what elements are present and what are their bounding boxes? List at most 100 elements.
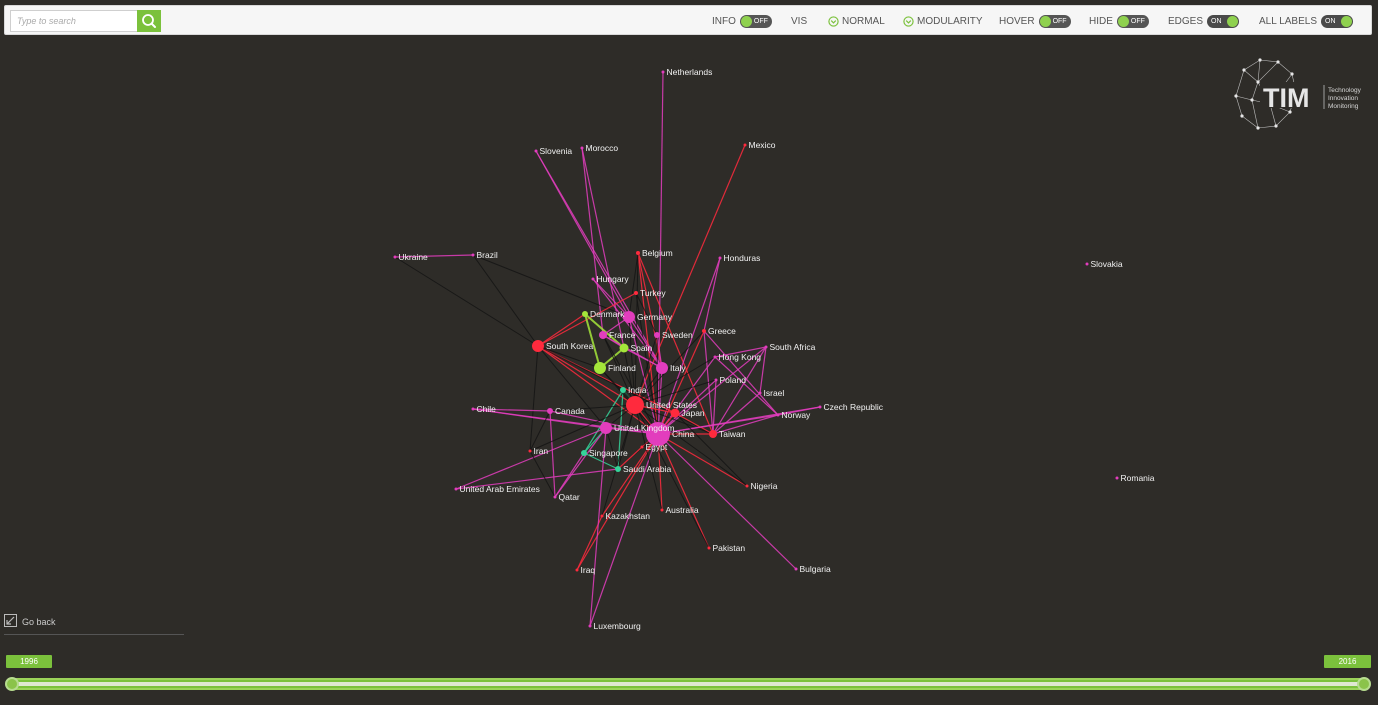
node-saudiarabia[interactable] — [615, 466, 621, 472]
search-input[interactable] — [10, 10, 138, 32]
search-button[interactable] — [137, 10, 161, 32]
shrink-icon[interactable] — [4, 614, 17, 627]
logo-line1: Technology — [1328, 87, 1362, 94]
node-label-iraq: Iraq — [581, 565, 596, 575]
node-southkorea[interactable] — [532, 340, 544, 352]
all-labels-toggle-state: ON — [1325, 17, 1336, 25]
node-label-australia: Australia — [666, 505, 699, 515]
node-label-finland: Finland — [608, 363, 636, 373]
node-sweden[interactable] — [654, 332, 660, 338]
edge-hongkong-norway — [714, 356, 779, 416]
timeline-start-handle[interactable] — [5, 677, 19, 691]
node-france[interactable] — [599, 331, 607, 339]
node-label-southkorea: South Korea — [546, 341, 594, 351]
node-iraq[interactable] — [575, 568, 579, 572]
node-canada[interactable] — [547, 408, 553, 414]
node-honduras[interactable] — [718, 256, 722, 260]
node-label-norway: Norway — [782, 410, 812, 420]
timeline-range — [12, 682, 1366, 686]
node-label-morocco: Morocco — [586, 143, 619, 153]
node-pakistan[interactable] — [707, 546, 711, 550]
node-slovakia[interactable] — [1085, 262, 1089, 266]
node-spain[interactable] — [619, 343, 629, 353]
node-singapore[interactable] — [581, 450, 587, 456]
network-globe-icon: TIM Technology Innovation Monitoring — [1234, 58, 1362, 130]
node-label-southafrica: South Africa — [770, 342, 816, 352]
vis-control: VIS — [791, 15, 807, 27]
node-unitedkingdom[interactable] — [600, 422, 612, 434]
search-icon — [142, 14, 156, 28]
hover-label: HOVER — [999, 15, 1035, 27]
normal-option[interactable]: NORMAL — [828, 15, 885, 27]
node-label-romania: Romania — [1121, 473, 1155, 483]
node-poland[interactable] — [714, 378, 718, 382]
node-luxembourg[interactable] — [588, 624, 592, 628]
node-label-israel: Israel — [764, 388, 785, 398]
go-back-link[interactable]: Go back — [22, 617, 56, 627]
node-brazil[interactable] — [471, 253, 475, 257]
node-label-belgium: Belgium — [642, 248, 673, 258]
node-czech[interactable] — [818, 405, 822, 409]
node-label-slovakia: Slovakia — [1091, 259, 1123, 269]
node-germany[interactable] — [623, 311, 635, 323]
edges-toggle[interactable]: ON — [1207, 14, 1240, 28]
node-morocco[interactable] — [580, 146, 584, 150]
node-label-hongkong: Hong Kong — [719, 352, 762, 362]
node-southafrica[interactable] — [764, 345, 768, 349]
node-denmark[interactable] — [582, 311, 588, 317]
node-label-qatar: Qatar — [559, 492, 580, 502]
edge-nigeria-japan — [674, 412, 748, 487]
node-finland[interactable] — [594, 362, 606, 374]
node-nigeria[interactable] — [745, 484, 749, 488]
node-egypt[interactable] — [640, 445, 644, 449]
node-label-india: India — [628, 385, 647, 395]
edges-control: EDGES ON — [1168, 14, 1240, 28]
node-belgium[interactable] — [636, 251, 640, 255]
node-unitedstates[interactable] — [626, 396, 644, 414]
node-label-uae: United Arab Emirates — [460, 484, 540, 494]
node-label-chile: Chile — [477, 404, 497, 414]
hover-toggle[interactable]: OFF — [1038, 14, 1071, 28]
info-toggle[interactable]: OFF — [739, 14, 772, 28]
node-label-bulgaria: Bulgaria — [800, 564, 831, 574]
node-bulgaria[interactable] — [794, 567, 798, 571]
node-kazakhstan[interactable] — [600, 514, 604, 518]
node-netherlands[interactable] — [661, 70, 665, 74]
all-labels-toggle[interactable]: ON — [1321, 14, 1354, 28]
node-taiwan[interactable] — [709, 430, 717, 438]
node-italy[interactable] — [656, 362, 668, 374]
timeline-end-handle[interactable] — [1357, 677, 1371, 691]
node-chile[interactable] — [471, 407, 475, 411]
node-slovenia[interactable] — [534, 149, 538, 153]
node-qatar[interactable] — [553, 495, 557, 499]
modularity-option[interactable]: MODULARITY — [903, 15, 983, 27]
hover-control: HOVER OFF — [999, 14, 1071, 28]
node-hongkong[interactable] — [713, 355, 717, 359]
node-uae[interactable] — [454, 487, 458, 491]
node-ukraine[interactable] — [393, 255, 397, 259]
edge-morocco-france — [581, 147, 604, 336]
node-hungary[interactable] — [591, 277, 595, 281]
edge-southkorea-unitedstates — [537, 345, 636, 406]
edge-india-singapore — [583, 389, 624, 454]
node-india[interactable] — [620, 387, 626, 393]
hide-toggle[interactable]: OFF — [1116, 14, 1149, 28]
node-mexico[interactable] — [743, 143, 747, 147]
vis-label: VIS — [791, 15, 808, 27]
node-norway[interactable] — [776, 413, 780, 417]
node-iran[interactable] — [528, 449, 532, 453]
node-australia[interactable] — [660, 508, 664, 512]
hide-control: HIDE OFF — [1089, 14, 1149, 28]
timeline-slider[interactable] — [8, 678, 1370, 690]
node-label-italy: Italy — [670, 363, 686, 373]
node-label-slovenia: Slovenia — [540, 146, 573, 156]
node-turkey[interactable] — [634, 291, 638, 295]
node-romania[interactable] — [1115, 476, 1119, 480]
node-greece[interactable] — [702, 329, 706, 333]
edge-mexico-unitedstates — [634, 144, 746, 406]
node-israel[interactable] — [758, 391, 762, 395]
network-graph[interactable]: Netherlands Slovenia Morocco Mexico Ukraine B… — [0, 0, 1378, 705]
logo-line2: Innovation — [1328, 95, 1358, 102]
node-label-china: China — [672, 429, 694, 439]
node-label-luxembourg: Luxembourg — [594, 621, 642, 631]
